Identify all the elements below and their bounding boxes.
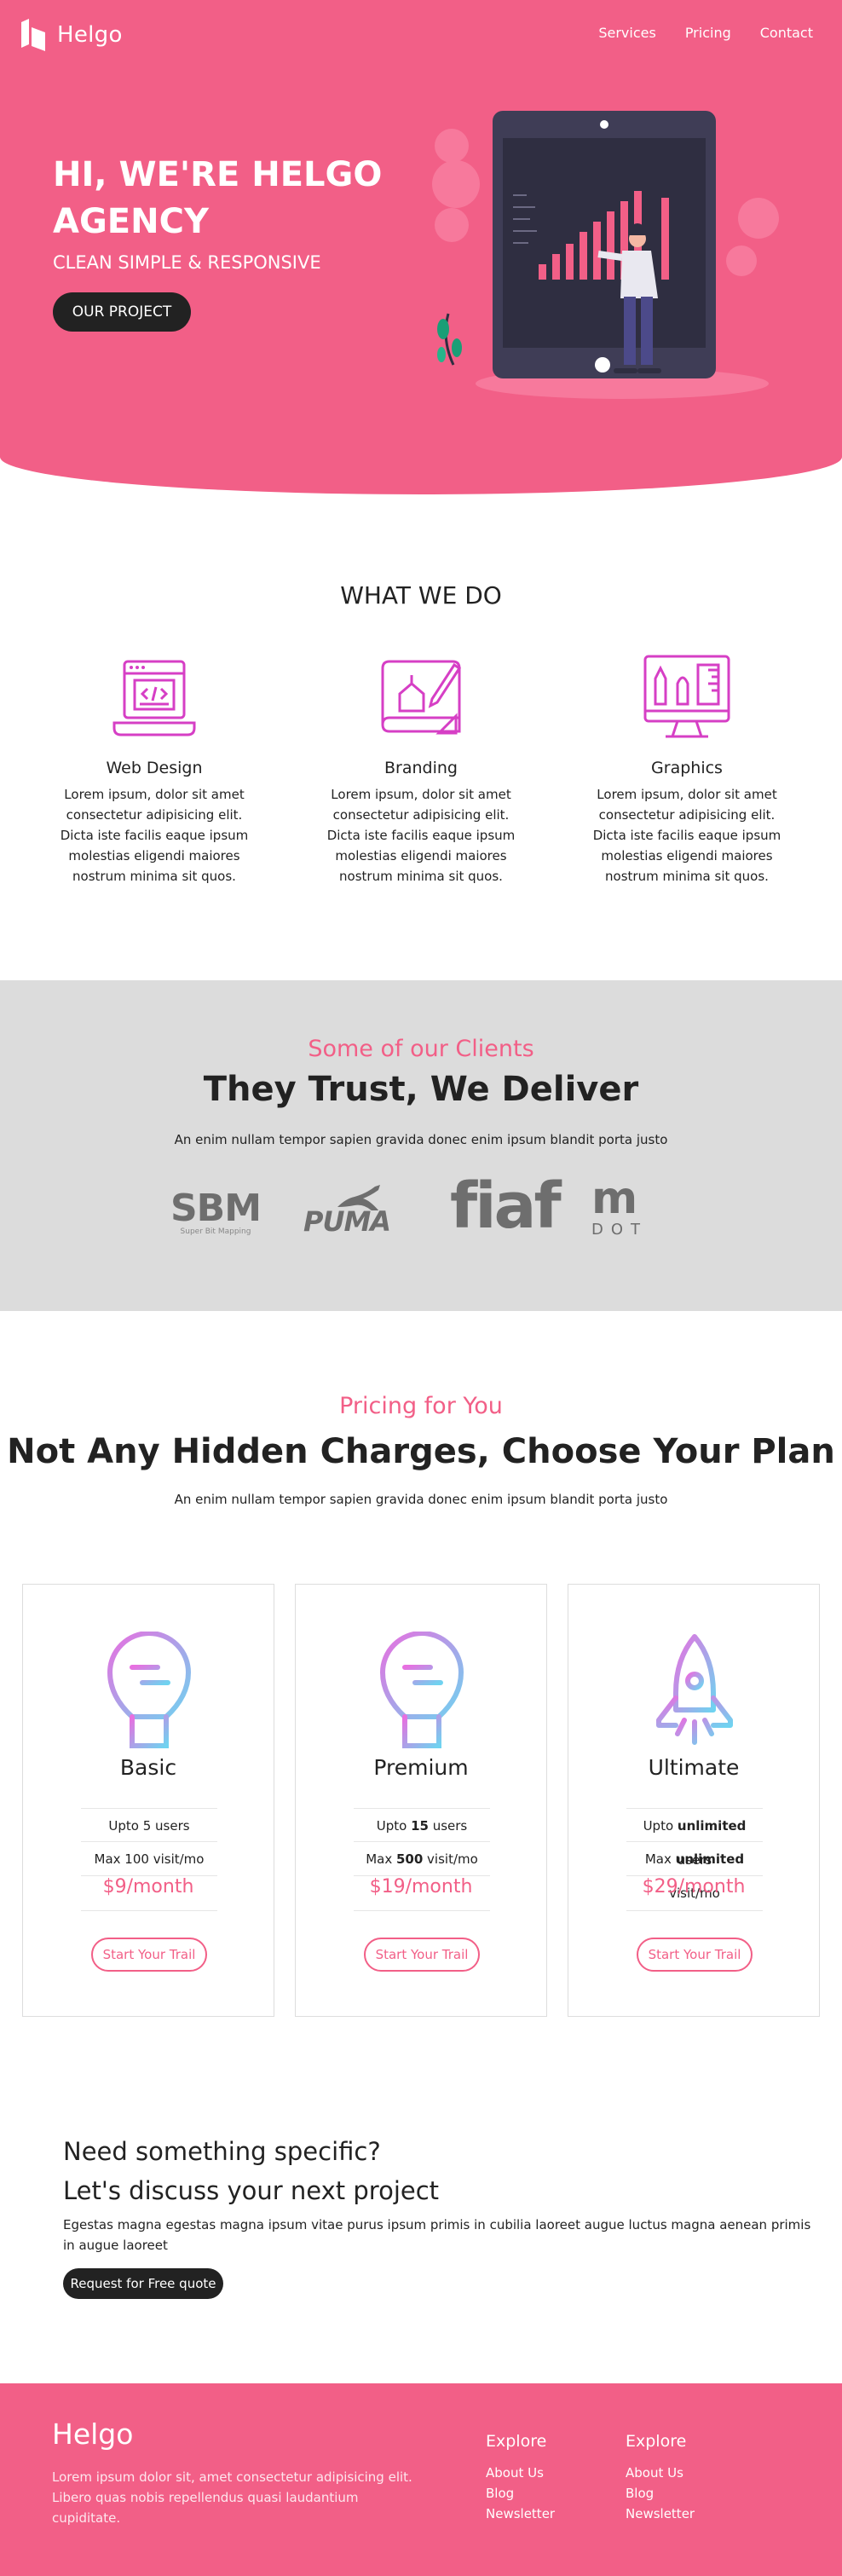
- tablet-chart-illustration: [432, 111, 779, 399]
- pricing-title: Not Any Hidden Charges, Choose Your Plan: [7, 1432, 835, 1471]
- plan-name: Premium: [373, 1755, 469, 1780]
- top-nav: Helgo Services Pricing Contact: [0, 0, 842, 70]
- plan-users: Upto 5 users: [81, 1808, 217, 1842]
- plan-price: $19/month: [369, 1876, 473, 1897]
- graphics-icon: [643, 655, 730, 738]
- service-description: Lorem ipsum, dolor sit amet consectetur …: [592, 787, 781, 884]
- request-quote-button[interactable]: Request for Free quote: [63, 2268, 223, 2299]
- footer-link-blog[interactable]: Blog: [486, 2483, 555, 2504]
- rocket-icon: [656, 1634, 733, 1745]
- what-we-do-title: WHAT WE DO: [340, 581, 502, 609]
- plan-visits: Max unlimited visit/mo: [626, 1842, 763, 1901]
- service-branding: Branding Lorem ipsum, dolor sit amet con…: [314, 651, 528, 887]
- cta-heading-line1: Need something specific?: [63, 2137, 381, 2166]
- nav-links: Services Pricing Contact: [598, 25, 813, 41]
- clients-title: They Trust, We Deliver: [203, 1070, 639, 1109]
- start-trial-button-ultimate[interactable]: Start Your Trail: [637, 1938, 753, 1972]
- pricing-eyebrow: Pricing for You: [339, 1393, 503, 1419]
- hero-title: HI, WE'RE HELGO AGENCY: [53, 155, 383, 241]
- footer-link-about[interactable]: About Us: [626, 2463, 695, 2483]
- hero-subtitle: CLEAN SIMPLE & RESPONSIVE: [53, 252, 321, 273]
- footer-column-title: Explore: [626, 2432, 687, 2451]
- plan-name: Ultimate: [648, 1755, 740, 1780]
- clients-eyebrow: Some of our Clients: [308, 1036, 534, 1062]
- hero-section: Helgo Services Pricing Contact HI, WE'RE…: [0, 0, 842, 494]
- client-logo-puma: PUMA: [303, 1185, 406, 1238]
- client-logo-sbm: SBM Super Bit Mapping: [170, 1187, 262, 1237]
- plan-visits: Max 500 visit/mo: [354, 1842, 490, 1876]
- service-web-design: Web Design Lorem ipsum, dolor sit amet c…: [48, 651, 261, 887]
- helgo-logo-icon: [21, 19, 45, 51]
- footer-link-newsletter[interactable]: Newsletter: [626, 2504, 695, 2524]
- client-logo-fiaf: fiaf: [450, 1170, 562, 1243]
- footer-column-title: Explore: [486, 2432, 547, 2451]
- plan-name: Basic: [119, 1755, 177, 1780]
- price-divider: [626, 1910, 763, 1911]
- footer-column-explore: Explore About Us Blog Newsletter: [486, 2432, 555, 2524]
- footer-logo[interactable]: Helgo: [52, 2417, 133, 2451]
- clients-lead: An enim nullam tempor sapien gravida don…: [174, 1132, 668, 1147]
- start-trial-button-basic[interactable]: Start Your Trail: [91, 1938, 207, 1972]
- footer-description: Lorem ipsum dolor sit, amet consectetur …: [52, 2469, 412, 2526]
- plan-card-premium: Premium Upto 15 users Max 500 visit/mo $…: [295, 1584, 547, 2017]
- footer-column-explore-2: Explore About Us Blog Newsletter: [626, 2432, 695, 2524]
- footer-link-newsletter[interactable]: Newsletter: [486, 2504, 555, 2524]
- nav-link-services[interactable]: Services: [598, 25, 655, 41]
- service-name: Branding: [384, 759, 458, 777]
- clients-section: Some of our Clients They Trust, We Deliv…: [0, 980, 842, 1311]
- plan-card-basic: Basic Upto 5 users Max 100 visit/mo $9/m…: [22, 1584, 274, 2017]
- price-divider: [81, 1910, 217, 1911]
- start-trial-button-premium[interactable]: Start Your Trail: [364, 1938, 480, 1972]
- service-name: Web Design: [106, 759, 203, 777]
- nav-link-pricing[interactable]: Pricing: [685, 25, 731, 41]
- pricing-lead: An enim nullam tempor sapien gravida don…: [174, 1492, 668, 1507]
- cta-text: Egestas magna egestas magna ipsum vitae …: [63, 2217, 811, 2253]
- branding-icon: [381, 660, 462, 735]
- service-description: Lorem ipsum, dolor sit amet consectetur …: [60, 787, 249, 884]
- cta-heading-line2: Let's discuss your next project: [63, 2176, 440, 2205]
- plan-users: Upto 15 users: [354, 1808, 490, 1842]
- site-logo[interactable]: Helgo: [21, 19, 123, 51]
- lightbulb-icon: [107, 1632, 192, 1748]
- service-name: Graphics: [651, 759, 723, 777]
- lightbulb-icon: [379, 1632, 464, 1748]
- plan-users: Upto unlimited users: [626, 1808, 763, 1868]
- plan-card-ultimate: Ultimate Upto unlimited users Max unlimi…: [568, 1584, 820, 2017]
- service-description: Lorem ipsum, dolor sit amet consectetur …: [326, 787, 516, 884]
- price-divider: [354, 1910, 490, 1911]
- footer: Helgo Lorem ipsum dolor sit, amet consec…: [0, 2383, 842, 2576]
- footer-link-blog[interactable]: Blog: [626, 2483, 695, 2504]
- client-logo-mdot: m DOT: [591, 1173, 649, 1239]
- plan-price: $9/month: [102, 1876, 194, 1897]
- our-project-button[interactable]: OUR PROJECT: [53, 292, 191, 332]
- plan-visits: Max 100 visit/mo: [81, 1842, 217, 1876]
- service-graphics: Graphics Lorem ipsum, dolor sit amet con…: [580, 651, 793, 887]
- footer-link-about[interactable]: About Us: [486, 2463, 555, 2483]
- site-logo-text: Helgo: [57, 22, 123, 48]
- web-design-icon: [112, 660, 196, 736]
- nav-link-contact[interactable]: Contact: [760, 25, 813, 41]
- plan-price: $29/month: [642, 1876, 746, 1897]
